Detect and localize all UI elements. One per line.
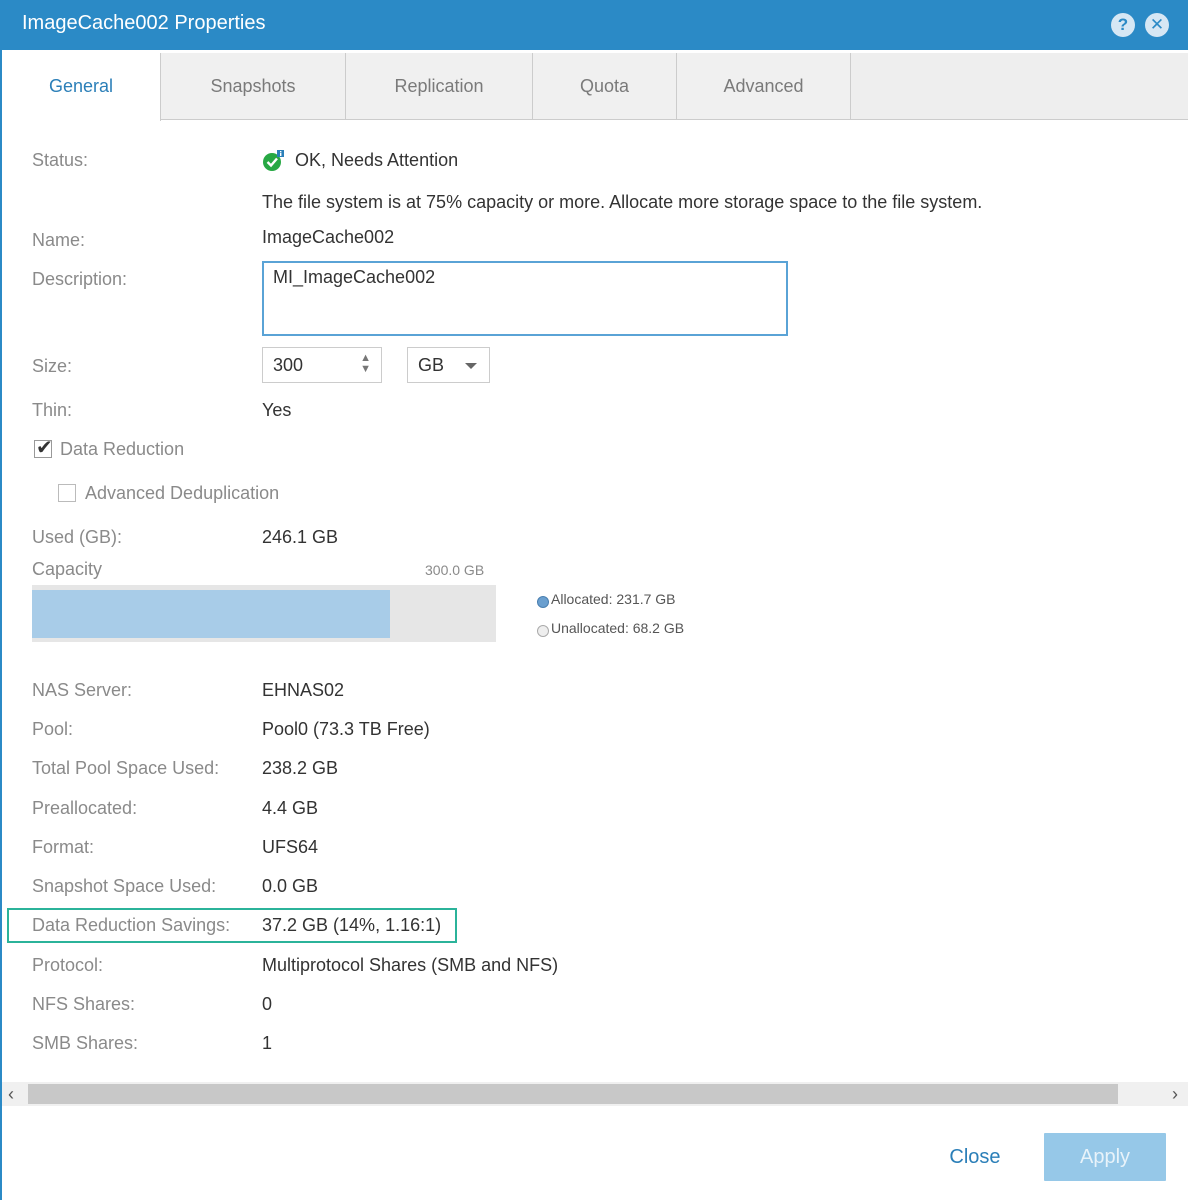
close-icon[interactable]: ✕ bbox=[1145, 13, 1169, 37]
total-pool-space-value: 238.2 GB bbox=[262, 758, 339, 778]
format-value: UFS64 bbox=[262, 837, 319, 857]
scroll-right-icon[interactable]: › bbox=[1172, 1084, 1178, 1105]
snapshot-space-value: 0.0 GB bbox=[262, 876, 319, 896]
status-message: The file system is at 75% capacity or mo… bbox=[262, 192, 983, 212]
scrollbar-thumb[interactable] bbox=[28, 1084, 1118, 1104]
spinner-arrows-icon[interactable]: ▲ ▼ bbox=[360, 353, 371, 375]
protocol-label: Protocol: bbox=[32, 955, 104, 975]
capacity-bar bbox=[32, 585, 496, 642]
data-reduction-savings-label: Data Reduction Savings: bbox=[32, 915, 231, 935]
close-button[interactable]: Close bbox=[930, 1133, 1020, 1181]
capacity-total: 300.0 GB bbox=[425, 562, 485, 578]
data-reduction-label: Data Reduction bbox=[60, 439, 185, 459]
dialog-titlebar: ImageCache002 Properties ? ✕ bbox=[0, 0, 1188, 50]
name-label: Name: bbox=[32, 230, 86, 250]
dialog-border bbox=[0, 50, 2, 1200]
nas-server-label: NAS Server: bbox=[32, 680, 133, 700]
total-pool-space-label: Total Pool Space Used: bbox=[32, 758, 220, 778]
tab-advanced[interactable]: Advanced bbox=[677, 53, 851, 119]
size-unit-select[interactable]: GB bbox=[407, 347, 490, 383]
status-value: OK, Needs Attention bbox=[295, 150, 459, 170]
allocated-legend: Allocated: 231.7 GB bbox=[551, 591, 676, 607]
size-unit-value: GB bbox=[418, 355, 445, 375]
protocol-value: Multiprotocol Shares (SMB and NFS) bbox=[262, 955, 559, 975]
thin-label: Thin: bbox=[32, 400, 73, 420]
chevron-down-icon bbox=[465, 363, 477, 369]
preallocated-value: 4.4 GB bbox=[262, 798, 319, 818]
description-input[interactable] bbox=[262, 261, 788, 336]
pool-label: Pool: bbox=[32, 719, 74, 739]
scroll-left-icon[interactable]: ‹ bbox=[8, 1084, 14, 1105]
allocated-legend-dot bbox=[537, 596, 549, 608]
tab-replication[interactable]: Replication bbox=[346, 53, 533, 119]
status-label: Status: bbox=[32, 150, 89, 170]
used-value: 246.1 GB bbox=[262, 527, 339, 547]
check-circle-info-icon bbox=[263, 150, 284, 171]
advanced-deduplication-label: Advanced Deduplication bbox=[85, 483, 280, 503]
smb-shares-value: 1 bbox=[262, 1033, 273, 1053]
unallocated-legend: Unallocated: 68.2 GB bbox=[551, 620, 685, 636]
capacity-label: Capacity bbox=[32, 559, 103, 579]
tab-bar: General Snapshots Replication Quota Adva… bbox=[2, 50, 1188, 121]
tab-snapshots[interactable]: Snapshots bbox=[161, 53, 346, 119]
description-label: Description: bbox=[32, 269, 128, 289]
format-label: Format: bbox=[32, 837, 95, 857]
size-stepper[interactable]: 300 ▲ ▼ bbox=[262, 347, 382, 383]
size-label: Size: bbox=[32, 356, 73, 376]
checkmark-icon: ✔ bbox=[36, 437, 53, 459]
unallocated-legend-dot bbox=[537, 625, 549, 637]
data-reduction-checkbox[interactable]: ✔ bbox=[34, 437, 53, 459]
nfs-shares-label: NFS Shares: bbox=[32, 994, 136, 1014]
data-reduction-savings-value: 37.2 GB (14%, 1.16:1) bbox=[262, 915, 442, 935]
tab-general[interactable]: General bbox=[2, 53, 161, 121]
nas-server-value: EHNAS02 bbox=[262, 680, 345, 700]
tab-quota[interactable]: Quota bbox=[533, 53, 677, 119]
capacity-allocated-fill bbox=[32, 590, 391, 638]
thin-value: Yes bbox=[262, 400, 292, 420]
help-icon[interactable]: ? bbox=[1111, 13, 1135, 37]
size-value: 300 bbox=[273, 355, 304, 375]
used-label: Used (GB): bbox=[32, 527, 123, 547]
apply-button[interactable]: Apply bbox=[1044, 1133, 1166, 1181]
name-value: ImageCache002 bbox=[262, 227, 395, 247]
dialog-title: ImageCache002 Properties bbox=[22, 12, 266, 34]
smb-shares-label: SMB Shares: bbox=[32, 1033, 139, 1053]
pool-value: Pool0 (73.3 TB Free) bbox=[262, 719, 430, 739]
advanced-deduplication-checkbox[interactable] bbox=[58, 484, 76, 502]
horizontal-scrollbar[interactable]: ‹ › bbox=[2, 1082, 1188, 1106]
snapshot-space-label: Snapshot Space Used: bbox=[32, 876, 217, 896]
preallocated-label: Preallocated: bbox=[32, 798, 138, 818]
nfs-shares-value: 0 bbox=[262, 994, 273, 1014]
